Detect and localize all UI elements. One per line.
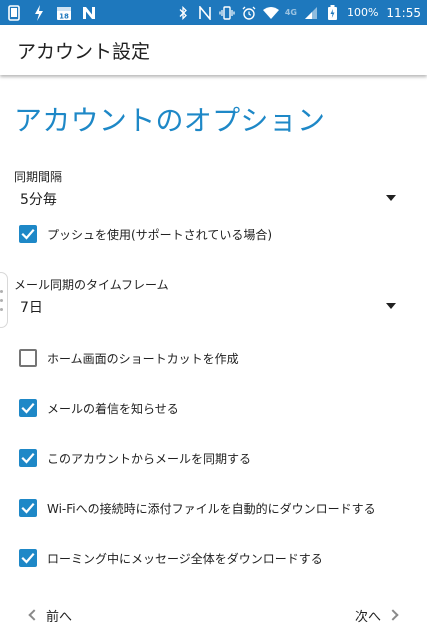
app-bar: アカウント設定 [0, 25, 427, 75]
wifi-icon [262, 5, 279, 21]
handle-dot [0, 308, 3, 311]
dropdown-arrow-icon [386, 195, 396, 201]
next-button[interactable]: 次へ [354, 604, 399, 626]
nfc-icon [197, 5, 213, 21]
option-label: ホーム画面のショートカットを作成 [47, 352, 239, 366]
sync-mail-checkbox[interactable] [19, 449, 37, 467]
dropdown-arrow-icon [386, 303, 396, 309]
screen-icon [6, 4, 22, 21]
n-logo-icon [81, 5, 97, 21]
battery-percent: 100% [346, 6, 379, 19]
network-type: 4G [284, 8, 297, 17]
bluetooth-icon [175, 5, 191, 21]
chevron-left-icon [28, 609, 40, 621]
calendar-icon: 18 [56, 5, 72, 21]
push-checkbox-row[interactable]: プッシュを使用(サポートされている場合) [19, 223, 409, 247]
notify-checkbox[interactable] [19, 399, 37, 417]
sync-interval-select[interactable]: 5分毎 [20, 186, 400, 212]
status-bar: 18 4G 100% 11:55 [0, 0, 427, 25]
side-drag-handle[interactable] [0, 272, 8, 328]
roaming-checkbox[interactable] [19, 549, 37, 567]
option-label: メールの着信を知らせる [47, 402, 179, 416]
handle-dot [0, 290, 3, 293]
clock: 11:55 [386, 5, 421, 20]
next-label: 次へ [354, 609, 381, 625]
option-row-sync-mail[interactable]: このアカウントからメールを同期する [19, 447, 409, 471]
shortcut-checkbox[interactable] [19, 349, 37, 367]
option-row-shortcut[interactable]: ホーム画面のショートカットを作成 [19, 347, 409, 371]
calendar-day: 18 [59, 12, 69, 20]
sync-timeframe-label: メール同期のタイムフレーム [14, 278, 169, 292]
sync-interval-value: 5分毎 [20, 192, 57, 208]
option-label: ローミング中にメッセージ全体をダウンロードする [47, 552, 323, 566]
sync-timeframe-value: 7日 [20, 300, 43, 316]
option-row-roaming[interactable]: ローミング中にメッセージ全体をダウンロードする [19, 547, 409, 571]
sync-interval-label: 同期間隔 [14, 170, 63, 184]
sync-timeframe-select[interactable]: 7日 [20, 294, 400, 320]
wifi-attachments-checkbox[interactable] [19, 499, 37, 517]
alarm-icon [241, 5, 257, 21]
option-row-wifi-attachments[interactable]: Wi-Fiへの接続時に添付ファイルを自動的にダウンロードする [19, 497, 409, 521]
page-title: アカウント設定 [17, 41, 151, 63]
prev-button[interactable]: 前へ [28, 604, 73, 626]
option-label: Wi-Fiへの接続時に添付ファイルを自動的にダウンロードする [47, 502, 376, 516]
flash-icon [31, 4, 47, 21]
chevron-right-icon [387, 609, 399, 621]
section-heading: アカウントのオプション [14, 104, 326, 137]
option-label: このアカウントからメールを同期する [47, 452, 252, 466]
push-checkbox[interactable] [19, 225, 37, 243]
handle-dot [0, 299, 3, 302]
option-row-notify[interactable]: メールの着信を知らせる [19, 397, 409, 421]
battery-icon [325, 5, 341, 21]
signal-icon [303, 5, 319, 21]
push-label: プッシュを使用(サポートされている場合) [47, 228, 273, 242]
prev-label: 前へ [46, 609, 73, 625]
vibrate-icon [219, 5, 235, 21]
